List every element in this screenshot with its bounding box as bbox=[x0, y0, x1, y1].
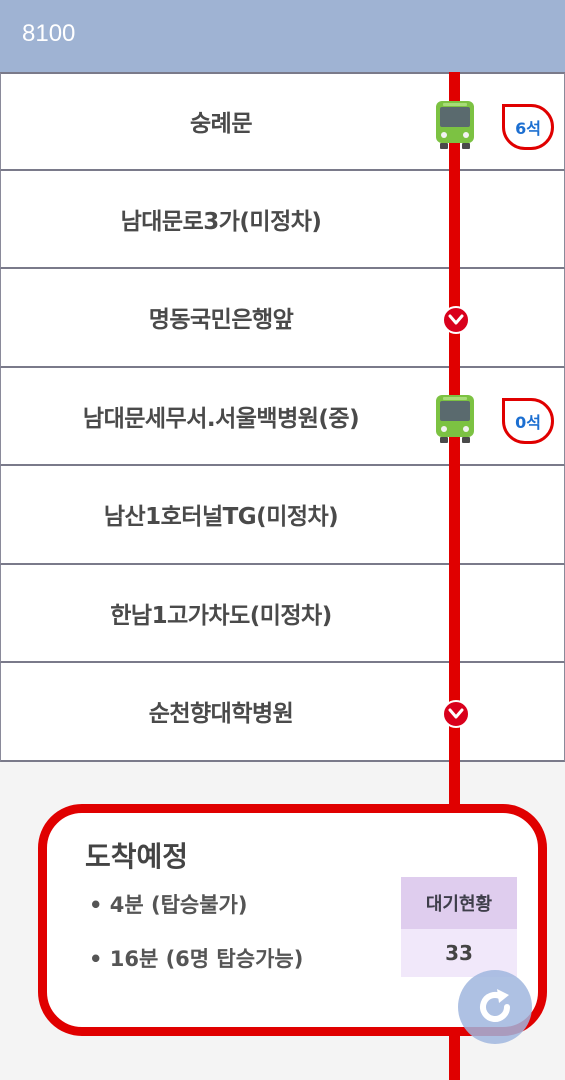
stop-row[interactable]: 숭례문 6석 bbox=[0, 72, 565, 171]
arrival-item: • 16분 (6명 탑승가능) bbox=[89, 947, 304, 971]
wait-status-table: 대기현황 33 bbox=[401, 877, 517, 977]
stop-row[interactable]: 순천향대학병원 bbox=[0, 663, 565, 762]
seat-badge: 0석 bbox=[502, 397, 554, 444]
stop-row[interactable]: 남대문로3가(미정차) bbox=[0, 170, 565, 269]
refresh-icon bbox=[480, 989, 510, 1022]
chevron-down-icon bbox=[442, 700, 470, 728]
stop-row[interactable]: 남산1호터널TG(미정차) bbox=[0, 466, 565, 565]
stop-name: 순천향대학병원 bbox=[148, 701, 294, 728]
stop-name: 명동국민은행앞 bbox=[148, 307, 294, 334]
stop-name: 남대문로3가(미정차) bbox=[120, 208, 322, 235]
stop-row[interactable]: 한남1고가차도(미정차) bbox=[0, 564, 565, 663]
stop-list: 숭례문 6석 남대문로3가(미정차) 명동국민은행앞 남대문세무서.서울백병원(… bbox=[0, 72, 565, 762]
app-header: 8100 bbox=[0, 0, 565, 72]
arrival-item: • 4분 (탑승불가) bbox=[89, 893, 248, 917]
stop-row[interactable]: 명동국민은행앞 bbox=[0, 269, 565, 368]
refresh-button[interactable] bbox=[458, 970, 532, 1044]
bus-icon bbox=[436, 394, 474, 443]
chevron-down-icon bbox=[442, 306, 470, 334]
stop-name: 숭례문 bbox=[190, 111, 252, 138]
stop-row[interactable]: 남대문세무서.서울백병원(중) 0석 bbox=[0, 367, 565, 466]
stop-name: 남산1호터널TG(미정차) bbox=[103, 504, 339, 531]
stop-name: 한남1고가차도(미정차) bbox=[110, 602, 332, 629]
stop-name: 남대문세무서.서울백병원(중) bbox=[82, 405, 360, 432]
route-number: 8100 bbox=[22, 20, 76, 47]
bus-icon bbox=[436, 101, 474, 149]
arrival-title: 도착예정 bbox=[85, 840, 189, 873]
seat-badge: 6석 bbox=[502, 104, 554, 150]
wait-status-header: 대기현황 bbox=[401, 877, 517, 929]
